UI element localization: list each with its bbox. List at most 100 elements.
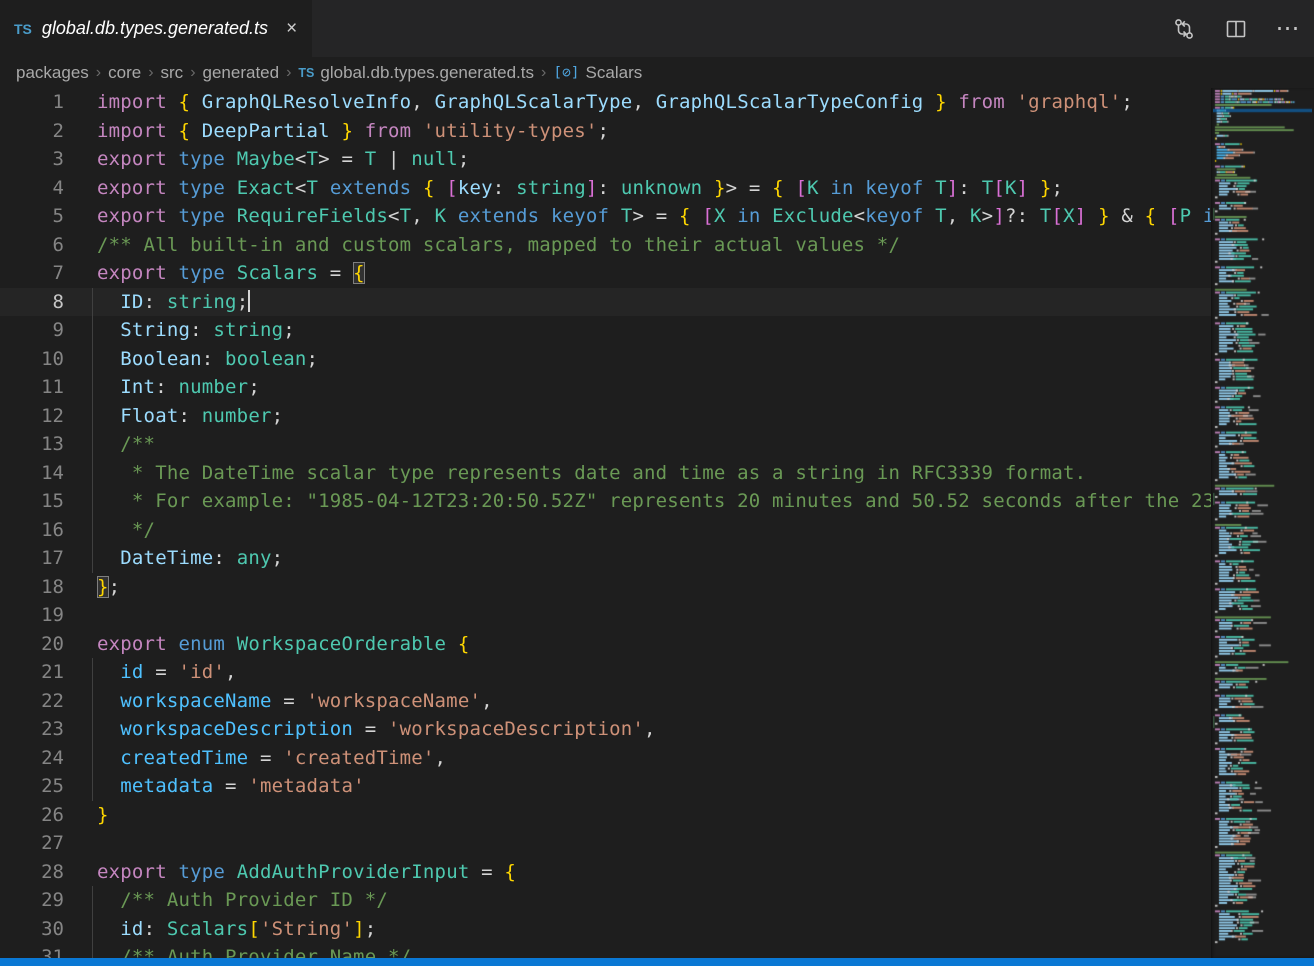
line-number: 30 [0,918,64,940]
line-content: export type Maybe<T> = T | null; [97,145,470,174]
indent-guide [92,687,93,716]
breadcrumb-label: generated [203,63,280,83]
indent-guide [92,373,93,402]
line-number: 23 [0,718,64,740]
code-line-30: 30 id: Scalars['String']; [0,915,1211,944]
breadcrumb-item-src[interactable]: src [161,63,184,83]
code-line-7: 7export type Scalars = { [0,259,1211,288]
code-line-5: 5export type RequireFields<T, K extends … [0,202,1211,231]
breadcrumb-label: core [108,63,141,83]
breadcrumb-separator: › [541,64,546,82]
line-content: createdTime = 'createdTime', [97,744,446,773]
breadcrumb-separator: › [286,64,291,82]
line-content: id: Scalars['String']; [97,915,376,944]
code-line-16: 16 */ [0,516,1211,545]
line-number: 14 [0,462,64,484]
code-line-29: 29 /** Auth Provider ID */ [0,886,1211,915]
line-content: Boolean: boolean; [97,345,318,374]
code-line-24: 24 createdTime = 'createdTime', [0,744,1211,773]
line-content: id = 'id', [97,658,237,687]
breadcrumb-separator: › [148,64,153,82]
code-line-2: 2import { DeepPartial } from 'utility-ty… [0,117,1211,146]
indent-guide [92,402,93,431]
line-content: * The DateTime scalar type represents da… [97,459,1086,488]
line-content: /** Auth Provider Name */ [97,943,411,958]
tab-bar: TS global.db.types.generated.ts × [0,0,1314,57]
breadcrumb-item-scalars[interactable]: [⊘]Scalars [553,63,642,83]
breadcrumb-label: src [161,63,184,83]
code-line-28: 28export type AddAuthProviderInput = { [0,858,1211,887]
minimap-canvas [1213,88,1312,958]
breadcrumb-label: packages [16,63,89,83]
breadcrumb-item-core[interactable]: core [108,63,141,83]
breadcrumb-item-global-db-types-generated-ts[interactable]: TSglobal.db.types.generated.ts [298,63,534,83]
breadcrumb-item-packages[interactable]: packages [16,63,89,83]
tab-global-db-types[interactable]: TS global.db.types.generated.ts × [0,0,312,57]
line-content: */ [97,516,155,545]
code-line-3: 3export type Maybe<T> = T | null; [0,145,1211,174]
indent-guide [92,345,93,374]
line-content: export type RequireFields<T, K extends k… [97,202,1211,231]
code-line-26: 26} [0,801,1211,830]
code-line-1: 1import { GraphQLResolveInfo, GraphQLSca… [0,88,1211,117]
indent-guide [92,430,93,459]
line-content: metadata = 'metadata' [97,772,365,801]
line-number: 27 [0,832,64,854]
indent-guide [92,516,93,545]
line-content: DateTime: any; [97,544,283,573]
line-content: /** All built-in and custom scalars, map… [97,231,900,260]
line-number: 21 [0,661,64,683]
code-line-12: 12 Float: number; [0,402,1211,431]
line-content: ID: string; [97,288,250,317]
line-content: String: string; [97,316,295,345]
line-number: 22 [0,690,64,712]
open-changes-icon[interactable] [1172,17,1196,41]
line-number: 25 [0,775,64,797]
line-number: 8 [0,291,64,313]
line-content: workspaceDescription = 'workspaceDescrip… [97,715,656,744]
indent-guide [92,744,93,773]
line-number: 19 [0,604,64,626]
line-number: 24 [0,747,64,769]
code-editor[interactable]: 1import { GraphQLResolveInfo, GraphQLSca… [0,88,1211,958]
breadcrumb-separator: › [96,64,101,82]
code-line-20: 20 export enum WorkspaceOrderable { [0,630,1211,659]
line-number: 1 [0,91,64,113]
indent-guide [92,772,93,801]
line-number: 6 [0,234,64,256]
minimap[interactable] [1211,88,1314,958]
indent-guide [92,658,93,687]
code-line-23: 23 workspaceDescription = 'workspaceDesc… [0,715,1211,744]
ts-file-icon: TS [14,21,32,37]
code-line-8: 8 ID: string; [0,288,1211,317]
code-line-31: 31 /** Auth Provider Name */ [0,943,1211,958]
breadcrumb-item-generated[interactable]: generated [203,63,280,83]
code-line-18: 18}; [0,573,1211,602]
code-line-4: 4export type Exact<T extends { [key: str… [0,174,1211,203]
code-line-19: 19 [0,601,1211,630]
tab-title: global.db.types.generated.ts [42,18,268,39]
line-number: 20 [0,633,64,655]
more-actions-icon[interactable]: ⋯ [1276,17,1300,41]
line-number: 4 [0,177,64,199]
split-editor-icon[interactable] [1224,17,1248,41]
code-line-14: 14 * The DateTime scalar type represents… [0,459,1211,488]
line-number: 16 [0,519,64,541]
indent-guide [92,886,93,915]
line-number: 12 [0,405,64,427]
line-number: 18 [0,576,64,598]
breadcrumb-separator: › [190,64,195,82]
indent-guide [92,943,93,958]
indent-guide [92,288,93,317]
line-content: /** Auth Provider ID */ [97,886,388,915]
line-content: /** [97,430,155,459]
line-number: 7 [0,262,64,284]
line-number: 15 [0,490,64,512]
code-line-27: 27 [0,829,1211,858]
ts-file-icon: TS [298,66,314,80]
close-tab-icon[interactable]: × [286,19,297,38]
line-content: export enum WorkspaceOrderable { [97,630,469,659]
indent-guide [92,715,93,744]
code-line-6: 6 /** All built-in and custom scalars, ma… [0,231,1211,260]
line-content: * For example: "1985-04-12T23:20:50.52Z"… [97,487,1211,516]
